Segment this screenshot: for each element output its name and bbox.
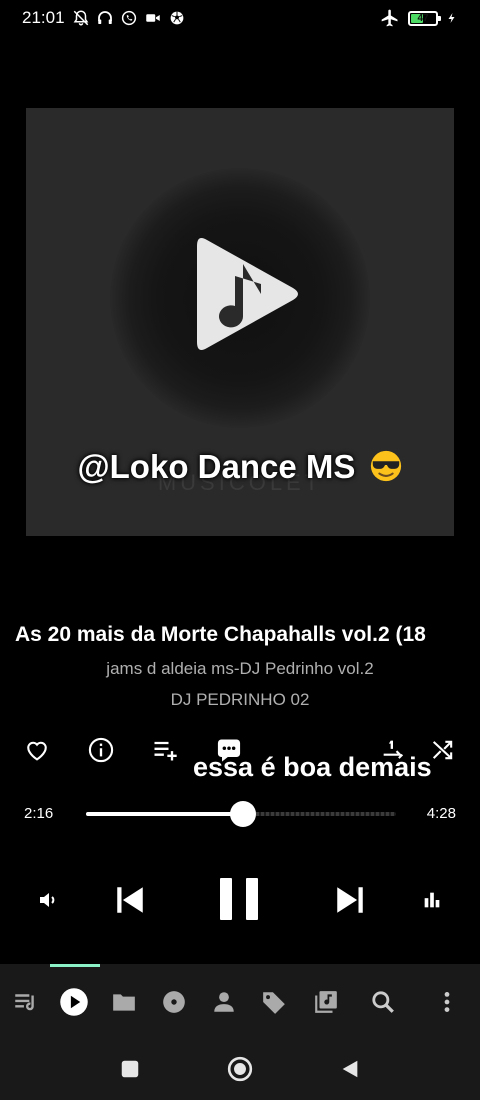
playlists-icon xyxy=(315,991,337,1013)
status-icons-left xyxy=(72,9,186,27)
playback-controls xyxy=(0,868,480,930)
equalizer-button[interactable] xyxy=(418,886,446,914)
info-button[interactable] xyxy=(85,734,117,766)
nav-playlists[interactable] xyxy=(310,986,342,1018)
track-title: As 20 mais da Morte Chapahalls vol.2 (18 xyxy=(15,623,426,646)
battery-level: 47 xyxy=(417,12,429,24)
heart-icon xyxy=(27,741,47,761)
albums-icon xyxy=(163,991,185,1013)
info-icon xyxy=(88,737,114,763)
album-artwork[interactable]: MUSICOLET @Loko Dance MS xyxy=(26,108,454,536)
nav-albums[interactable] xyxy=(158,986,190,1018)
add-to-queue-icon xyxy=(154,741,177,761)
artists-icon xyxy=(214,992,234,1012)
nav-artists[interactable] xyxy=(208,986,240,1018)
battery-icon: 47 xyxy=(408,10,441,26)
home-button[interactable] xyxy=(227,1056,253,1082)
queue-icon xyxy=(15,994,34,1011)
seek-bar-thumb[interactable] xyxy=(230,801,257,827)
favorite-button[interactable] xyxy=(21,734,53,766)
add-to-queue-button[interactable] xyxy=(149,734,181,766)
more-options-icon xyxy=(444,992,450,1012)
status-icons-right: 47 xyxy=(380,8,458,28)
back-triangle-icon xyxy=(342,1060,358,1078)
bottom-navigation xyxy=(0,964,480,1036)
system-navigation-bar xyxy=(0,1036,480,1100)
nav-genres[interactable] xyxy=(258,986,290,1018)
pause-button[interactable] xyxy=(218,876,262,922)
genres-icon xyxy=(263,992,285,1014)
whatsapp-icon xyxy=(121,10,137,26)
nav-search[interactable] xyxy=(367,986,399,1018)
mute-bell-icon xyxy=(73,10,89,26)
seek-bar[interactable] xyxy=(86,801,396,827)
track-album[interactable]: jams d aldeia ms-DJ Pedrinho vol.2 xyxy=(0,659,480,679)
next-button[interactable] xyxy=(332,882,368,918)
musicolet-logo-icon xyxy=(197,238,298,350)
video-camera-icon xyxy=(146,14,160,22)
seek-bar-progress xyxy=(86,812,244,816)
artwork-caption: @Loko Dance MS xyxy=(26,448,454,486)
artwork-caption-text: @Loko Dance MS xyxy=(77,448,356,485)
nav-folders[interactable] xyxy=(108,986,140,1018)
nav-now-playing[interactable] xyxy=(58,986,90,1018)
recents-button[interactable] xyxy=(117,1056,143,1082)
status-time: 21:01 xyxy=(22,8,65,27)
airplane-mode-icon xyxy=(381,9,398,27)
soccer-ball-icon xyxy=(170,11,184,25)
folders-icon xyxy=(113,994,135,1011)
home-circle-icon xyxy=(227,1056,253,1082)
nav-active-indicator xyxy=(50,964,100,967)
volume-icon xyxy=(40,893,55,907)
next-icon xyxy=(337,887,363,913)
headset-icon xyxy=(98,11,112,24)
track-artist[interactable]: DJ PEDRINHO 02 xyxy=(0,690,480,710)
previous-icon xyxy=(117,887,143,913)
total-time: 4:28 xyxy=(426,805,456,822)
nav-queue[interactable] xyxy=(9,986,41,1018)
recents-square-icon xyxy=(121,1060,139,1078)
elapsed-time: 2:16 xyxy=(24,805,54,822)
now-playing-icon xyxy=(60,988,88,1016)
comment-overlay-text: essa é boa demais xyxy=(193,752,432,782)
nav-more-options[interactable] xyxy=(431,986,463,1018)
pause-icon xyxy=(220,878,258,920)
status-bar: 21:01 47 xyxy=(0,0,480,36)
sunglasses-emoji-icon xyxy=(370,450,401,482)
charging-bolt-icon xyxy=(448,13,455,23)
previous-button[interactable] xyxy=(112,882,148,918)
equalizer-icon xyxy=(424,892,440,908)
volume-button[interactable] xyxy=(34,886,62,914)
back-button[interactable] xyxy=(337,1056,363,1082)
shuffle-icon xyxy=(432,740,453,760)
search-icon xyxy=(372,991,394,1013)
